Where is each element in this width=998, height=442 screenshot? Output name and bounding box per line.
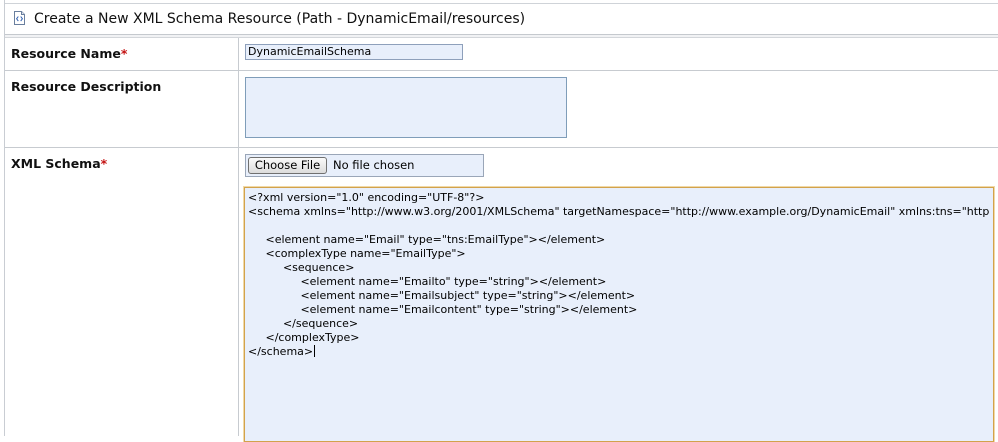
schema-line: <element name="Emailto" type="string"></… [248, 275, 607, 288]
schema-line: <element name="Emailcontent" type="strin… [248, 303, 638, 316]
text-caret [314, 345, 316, 357]
xml-schema-label-text: XML Schema [11, 156, 101, 171]
resource-name-label-cell: Resource Name* [5, 38, 239, 70]
resource-name-label-text: Resource Name [11, 46, 121, 61]
schema-line: </complexType> [248, 331, 360, 344]
resource-form-panel: Create a New XML Schema Resource (Path -… [4, 0, 998, 442]
resource-name-row: Resource Name* DynamicEmailSchema [5, 38, 998, 71]
schema-line: <element name="Emailsubject" type="strin… [248, 289, 636, 302]
form-header: Create a New XML Schema Resource (Path -… [5, 3, 998, 35]
xml-schema-label: XML Schema* [11, 156, 107, 171]
required-marker: * [100, 156, 108, 171]
xml-document-icon [14, 11, 25, 25]
resource-description-label-cell: Resource Description [5, 71, 239, 147]
xml-schema-content: <?xml version="1.0" encoding="UTF-8"?> <s… [248, 191, 989, 359]
schema-line: <schema xmlns="http://www.w3.org/2001/XM… [248, 205, 990, 218]
schema-line: </sequence> [248, 317, 359, 330]
required-marker: * [120, 46, 128, 61]
resource-name-label: Resource Name* [11, 46, 127, 61]
schema-file-input[interactable]: Choose File No file chosen [245, 154, 484, 177]
schema-line: <element name="Email" type="tns:EmailTyp… [248, 233, 606, 246]
page-title: Create a New XML Schema Resource (Path -… [34, 11, 526, 27]
schema-line: <sequence> [248, 261, 355, 274]
schema-line: </schema> [248, 345, 316, 358]
schema-line: <?xml version="1.0" encoding="UTF-8"?> [248, 191, 485, 204]
schema-line [248, 219, 989, 233]
resource-name-input[interactable]: DynamicEmailSchema [245, 44, 463, 60]
resource-description-label: Resource Description [11, 79, 162, 94]
xml-schema-row: XML Schema* Choose File No file chosen <… [5, 148, 998, 442]
schema-line: <complexType name="EmailType"> [248, 247, 466, 260]
choose-file-button[interactable]: Choose File [248, 157, 327, 174]
file-status-text: No file chosen [333, 158, 415, 172]
xml-schema-label-cell: XML Schema* [5, 148, 239, 436]
xml-schema-textarea[interactable]: <?xml version="1.0" encoding="UTF-8"?> <s… [244, 187, 994, 442]
resource-description-row: Resource Description [5, 71, 998, 148]
resource-description-textarea[interactable] [245, 77, 567, 138]
